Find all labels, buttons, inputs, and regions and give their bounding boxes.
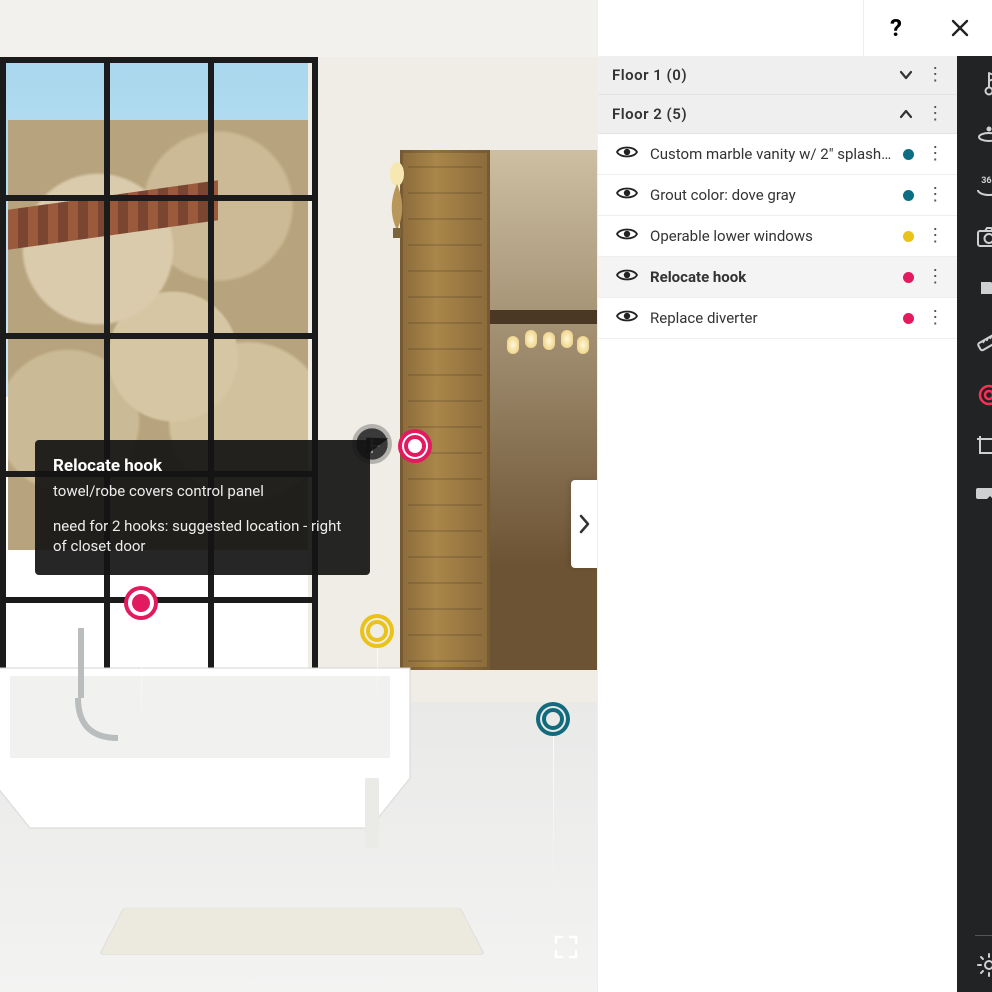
- tag-row[interactable]: Custom marble vanity w/ 2" splash… ⋮: [598, 134, 957, 175]
- floor-menu-button[interactable]: ⋮: [926, 105, 943, 123]
- tags-panel: Floor 1 (0) ⋮ Floor 2 (5) ⋮ Custom marbl…: [597, 0, 957, 992]
- color-dot: [903, 313, 914, 324]
- tag-stem: [553, 732, 554, 892]
- 3d-tag-windows[interactable]: [364, 618, 390, 644]
- right-toolbar: 360: [957, 0, 992, 992]
- close-button[interactable]: [928, 0, 992, 56]
- color-dot: [903, 149, 914, 160]
- tag-icon[interactable]: [977, 276, 992, 304]
- popup-subtitle: towel/robe covers control panel: [53, 482, 352, 500]
- visibility-eye-icon[interactable]: [616, 308, 638, 328]
- location-flag-icon[interactable]: [976, 70, 992, 100]
- tag-label: Replace diverter: [650, 309, 891, 327]
- help-button[interactable]: ?: [864, 0, 928, 56]
- ring-icon[interactable]: [976, 124, 992, 148]
- chevron-down-icon: [898, 67, 914, 83]
- fullscreen-button[interactable]: [553, 934, 579, 964]
- chevron-up-icon: [898, 106, 914, 122]
- bathtub: [0, 628, 450, 858]
- chevron-right-icon: [577, 514, 591, 534]
- floor-header-1[interactable]: Floor 1 (0) ⋮: [598, 56, 957, 95]
- svg-text:360: 360: [981, 176, 992, 186]
- main-area: ＋ Relocate hook towel/robe covers contro…: [0, 0, 957, 992]
- toolbar-separator: [975, 935, 992, 936]
- color-dot: [903, 190, 914, 201]
- color-dot: [903, 272, 914, 283]
- tag-menu-button[interactable]: ⋮: [926, 145, 943, 163]
- tag-row[interactable]: Operable lower windows ⋮: [598, 216, 957, 257]
- tag-menu-button[interactable]: ⋮: [926, 186, 943, 204]
- tag-popup: Relocate hook towel/robe covers control …: [35, 440, 370, 575]
- target-icon[interactable]: [976, 382, 992, 412]
- close-icon: [950, 18, 970, 38]
- tag-stem: [377, 644, 378, 704]
- 3d-tag-grout[interactable]: [128, 590, 154, 616]
- camera-icon[interactable]: [976, 226, 992, 252]
- scene-render: ＋ Relocate hook towel/robe covers contro…: [0, 0, 597, 992]
- visibility-eye-icon[interactable]: [616, 226, 638, 246]
- tag-label: Custom marble vanity w/ 2" splash…: [650, 145, 891, 163]
- visibility-eye-icon[interactable]: [616, 144, 638, 164]
- tag-row[interactable]: Replace diverter ⋮: [598, 298, 957, 339]
- ruler-icon[interactable]: [976, 328, 992, 358]
- help-icon: ?: [890, 14, 902, 42]
- tag-label: Relocate hook: [650, 268, 891, 286]
- tag-menu-button[interactable]: ⋮: [926, 309, 943, 327]
- tag-row[interactable]: Grout color: dove gray ⋮: [598, 175, 957, 216]
- 3d-tag-relocate-hook[interactable]: [402, 433, 428, 459]
- floor-menu-button[interactable]: ⋮: [926, 66, 943, 84]
- window-mullions: [0, 57, 318, 697]
- tag-menu-button[interactable]: ⋮: [926, 227, 943, 245]
- color-dot: [903, 231, 914, 242]
- settings-icon[interactable]: [976, 952, 992, 982]
- tag-row[interactable]: Relocate hook ⋮: [598, 257, 957, 298]
- fullscreen-icon: [553, 934, 579, 960]
- floor-label: Floor 1 (0): [612, 66, 687, 84]
- app-root: ?: [0, 0, 992, 992]
- visibility-eye-icon[interactable]: [616, 185, 638, 205]
- floor-label: Floor 2 (5): [612, 105, 687, 123]
- rotate-360-icon[interactable]: 360: [974, 172, 992, 202]
- panel-collapse-handle[interactable]: [571, 480, 597, 568]
- tag-label: Grout color: dove gray: [650, 186, 891, 204]
- floor-header-2[interactable]: Floor 2 (5) ⋮: [598, 95, 957, 134]
- bath-rug: [99, 907, 485, 955]
- vr-headset-icon[interactable]: [975, 484, 992, 508]
- popup-title: Relocate hook: [53, 456, 352, 476]
- crop-icon[interactable]: [976, 436, 992, 460]
- wall-sconce: [380, 160, 414, 240]
- tag-stem: [141, 616, 142, 736]
- 3d-tag-vanity[interactable]: [540, 706, 566, 732]
- tag-label: Operable lower windows: [650, 227, 891, 245]
- 3d-viewport[interactable]: ＋ Relocate hook towel/robe covers contro…: [0, 0, 597, 992]
- popup-body: need for 2 hooks: suggested location - r…: [53, 516, 352, 557]
- tag-list: Custom marble vanity w/ 2" splash… ⋮ Gro…: [598, 134, 957, 339]
- visibility-eye-icon[interactable]: [616, 267, 638, 287]
- tag-menu-button[interactable]: ⋮: [926, 268, 943, 286]
